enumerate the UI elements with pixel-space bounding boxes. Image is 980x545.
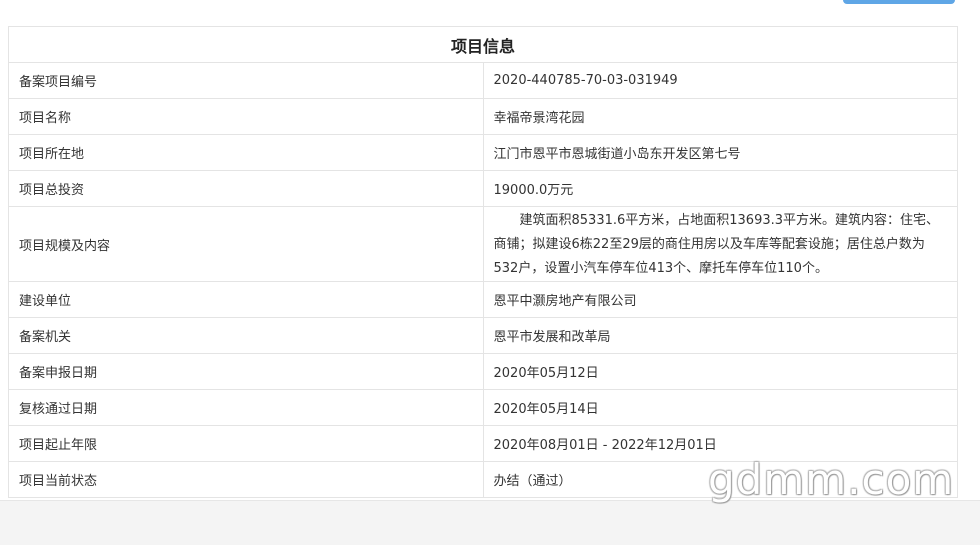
table-row: 项目规模及内容 建筑面积85331.6平方米，占地面积13693.3平方米。建筑… (8, 206, 958, 282)
table-row: 建设单位 恩平中灏房地产有限公司 (8, 281, 958, 318)
table-row: 备案申报日期 2020年05月12日 (8, 353, 958, 390)
row-value-scale-content: 建筑面积85331.6平方米，占地面积13693.3平方米。建筑内容：住宅、商铺… (482, 206, 958, 282)
row-label-current-status: 项目当前状态 (8, 461, 484, 498)
row-label-filing-authority: 备案机关 (8, 317, 484, 354)
table-row: 复核通过日期 2020年05月14日 (8, 389, 958, 426)
row-value-filing-authority: 恩平市发展和改革局 (482, 317, 958, 354)
row-value-filing-number: 2020-440785-70-03-031949 (482, 62, 958, 99)
row-label-review-date: 复核通过日期 (8, 389, 484, 426)
table-title: 项目信息 (8, 26, 958, 63)
row-value-project-name: 幸福帝景湾花园 (482, 98, 958, 135)
table-row: 备案项目编号 2020-440785-70-03-031949 (8, 62, 958, 99)
row-label-filing-number: 备案项目编号 (8, 62, 484, 99)
row-label-total-investment: 项目总投资 (8, 170, 484, 207)
row-value-filing-date: 2020年05月12日 (482, 353, 958, 390)
row-label-location: 项目所在地 (8, 134, 484, 171)
project-info-table: 项目信息 备案项目编号 2020-440785-70-03-031949 项目名… (8, 26, 958, 498)
table-row: 项目名称 幸福帝景湾花园 (8, 98, 958, 135)
watermark-logo: gdmm.com (708, 455, 955, 504)
row-value-location: 江门市恩平市恩城街道小岛东开发区第七号 (482, 134, 958, 171)
table-row: 项目所在地 江门市恩平市恩城街道小岛东开发区第七号 (8, 134, 958, 171)
table-header-row: 项目信息 (8, 26, 958, 63)
row-label-project-name: 项目名称 (8, 98, 484, 135)
row-label-filing-date: 备案申报日期 (8, 353, 484, 390)
row-value-construction-unit: 恩平中灏房地产有限公司 (482, 281, 958, 318)
table-row: 项目总投资 19000.0万元 (8, 170, 958, 207)
row-label-scale-content: 项目规模及内容 (8, 206, 484, 282)
top-action-button[interactable] (843, 0, 955, 4)
row-label-project-period: 项目起止年限 (8, 425, 484, 462)
table-row: 备案机关 恩平市发展和改革局 (8, 317, 958, 354)
row-value-review-date: 2020年05月14日 (482, 389, 958, 426)
row-label-construction-unit: 建设单位 (8, 281, 484, 318)
footer-band (0, 500, 980, 545)
row-value-total-investment: 19000.0万元 (482, 170, 958, 207)
